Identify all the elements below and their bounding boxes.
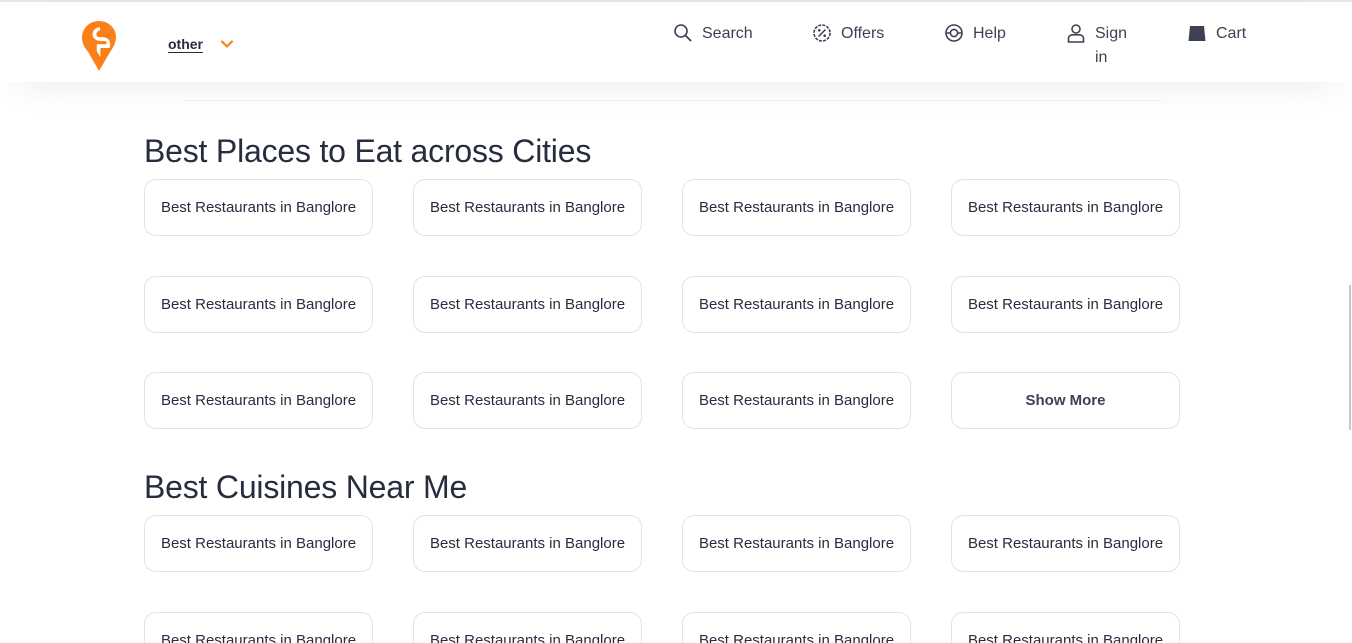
show-more-button[interactable]: Show More <box>951 372 1180 429</box>
cuisine-link[interactable]: Best Restaurants in Banglore <box>951 515 1180 572</box>
city-link[interactable]: Best Restaurants in Banglore <box>144 276 373 333</box>
cuisine-link[interactable]: Best Restaurants in Banglore <box>144 515 373 572</box>
city-link[interactable]: Best Restaurants in Banglore <box>413 179 642 236</box>
city-link[interactable]: Best Restaurants in Banglore <box>144 179 373 236</box>
section-title-best-places: Best Places to Eat across Cities <box>144 133 592 169</box>
nav-help[interactable]: Help <box>944 22 1006 46</box>
help-lifebuoy-icon <box>945 24 963 42</box>
nav-cart-label: Cart <box>1216 25 1247 42</box>
city-link[interactable]: Best Restaurants in Banglore <box>682 179 911 236</box>
city-link[interactable]: Best Restaurants in Banglore <box>951 276 1180 333</box>
swiggy-logo-icon[interactable] <box>82 21 116 71</box>
nav-help-label: Help <box>973 25 1006 42</box>
city-link[interactable]: Best Restaurants in Banglore <box>413 276 642 333</box>
city-link[interactable]: Best Restaurants in Banglore <box>144 372 373 429</box>
nav-offers[interactable]: Offers <box>812 22 884 46</box>
cuisine-link[interactable]: Best Restaurants in Banglore <box>682 515 911 572</box>
city-link[interactable]: Best Restaurants in Banglore <box>682 276 911 333</box>
search-icon <box>674 24 692 42</box>
site-header: other Search Offers Help Sign in Cart <box>0 2 1352 82</box>
city-link[interactable]: Best Restaurants in Banglore <box>413 372 642 429</box>
section-title-best-cuisines: Best Cuisines Near Me <box>144 469 468 505</box>
cuisine-link[interactable]: Best Restaurants in Banglore <box>413 515 642 572</box>
cuisine-link[interactable]: Best Restaurants in Banglore <box>951 612 1180 643</box>
cart-bag-icon <box>1188 26 1206 41</box>
divider <box>186 100 1162 101</box>
nav-search[interactable]: Search <box>673 22 753 46</box>
cuisine-link[interactable]: Best Restaurants in Banglore <box>413 612 642 643</box>
nav-signin[interactable]: Sign in <box>1066 22 1131 70</box>
cuisine-link[interactable]: Best Restaurants in Banglore <box>682 612 911 643</box>
scrollbar-thumb[interactable] <box>1349 285 1351 430</box>
nav-offers-label: Offers <box>841 25 885 42</box>
city-link[interactable]: Best Restaurants in Banglore <box>951 179 1180 236</box>
city-link[interactable]: Best Restaurants in Banglore <box>682 372 911 429</box>
chevron-down-icon[interactable] <box>220 37 234 51</box>
location-selector[interactable]: other <box>168 36 203 52</box>
user-icon <box>1067 24 1085 43</box>
nav-cart[interactable]: Cart <box>1187 22 1246 46</box>
cuisine-link[interactable]: Best Restaurants in Banglore <box>144 612 373 643</box>
offers-icon <box>813 24 831 42</box>
nav-search-label: Search <box>702 25 753 42</box>
nav-signin-label: Sign in <box>1095 25 1128 66</box>
